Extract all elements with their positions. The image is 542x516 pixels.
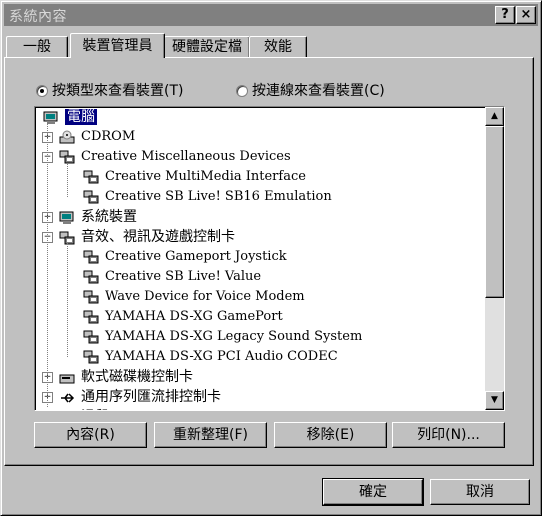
tree-item-label: 通用序列匯流排控制卡 <box>81 389 221 405</box>
tree-connector <box>47 121 49 407</box>
tree-item[interactable]: 系統裝置 <box>59 207 137 227</box>
cdrom-icon <box>59 130 75 144</box>
tree-item[interactable]: 通用序列匯流排控制卡 <box>59 387 221 407</box>
tree-item-label: YAMAHA DS-XG Legacy Sound System <box>105 329 363 344</box>
view-by-type-label: 按類型來查看裝置(T) <box>52 83 184 99</box>
tree-item[interactable]: Wave Device for Voice Modem <box>83 287 305 307</box>
tree-item-label: 系統裝置 <box>81 209 137 225</box>
tree-item-label: 滑鼠 <box>81 409 109 410</box>
help-button[interactable]: ? <box>495 6 515 24</box>
tree-item-label: Creative Miscellaneous Devices <box>81 149 291 164</box>
tree-item-label: 音效、視訊及遊戲控制卡 <box>81 229 235 245</box>
tree-item[interactable]: Creative SB Live! Value <box>83 267 261 287</box>
tree-item-label: YAMAHA DS-XG PCI Audio CODEC <box>105 349 338 364</box>
tree-connector <box>67 163 69 197</box>
tree-item-label: Creative SB Live! SB16 Emulation <box>105 189 332 204</box>
vertical-scrollbar[interactable]: ▲ ▼ <box>485 107 504 410</box>
remove-button[interactable]: 移除(E) <box>274 422 387 448</box>
computer-icon <box>59 211 75 225</box>
tree-item-label: 軟式磁碟機控制卡 <box>81 369 193 385</box>
device-icon <box>83 170 99 184</box>
tree-item-label: 電腦 <box>65 109 97 125</box>
radio-unchecked-icon <box>236 85 248 97</box>
device-icon <box>83 270 99 284</box>
tree-item[interactable]: YAMAHA DS-XG Legacy Sound System <box>83 327 362 347</box>
floppy-controller-icon <box>59 371 75 385</box>
tree-item-label: Creative SB Live! Value <box>105 269 262 284</box>
tree-item[interactable]: YAMAHA DS-XG PCI Audio CODEC <box>83 347 338 367</box>
device-icon <box>83 190 99 204</box>
ok-button[interactable]: 確定 <box>322 478 424 506</box>
device-icon <box>83 310 99 324</box>
tree-connector <box>67 243 69 357</box>
window-title: 系統內容 <box>9 9 67 25</box>
tree-item-label: Wave Device for Voice Modem <box>105 289 305 304</box>
scroll-up-icon[interactable]: ▲ <box>485 107 504 126</box>
tab-device-manager[interactable]: 裝置管理員 <box>70 33 165 58</box>
tree-item-label: Creative MultiMedia Interface <box>105 169 306 184</box>
tree-item[interactable]: Creative Gameport Joystick <box>83 247 287 267</box>
device-icon <box>59 150 75 164</box>
tree-item[interactable]: YAMAHA DS-XG GamePort <box>83 307 283 327</box>
radio-checked-icon <box>36 85 48 97</box>
close-button[interactable]: × <box>516 6 536 24</box>
tab-hardware-profiles[interactable]: 硬體設定檔 <box>164 36 250 57</box>
tree-item-label: CDROM <box>81 129 136 144</box>
tree-item[interactable]: Creative MultiMedia Interface <box>83 167 306 187</box>
scroll-thumb[interactable] <box>485 126 504 298</box>
device-icon <box>83 330 99 344</box>
device-icon <box>83 250 99 264</box>
usb-icon <box>59 391 75 405</box>
tab-general[interactable]: 一般 <box>6 36 68 57</box>
cancel-button[interactable]: 取消 <box>430 479 530 505</box>
tree-item[interactable]: 軟式磁碟機控制卡 <box>59 367 193 387</box>
device-icon <box>83 290 99 304</box>
tree-item[interactable]: 滑鼠 <box>59 407 109 412</box>
view-by-connection-radio[interactable]: 按連線來查看裝置(C) <box>236 80 385 99</box>
scroll-down-icon[interactable]: ▼ <box>485 391 504 410</box>
device-tree[interactable]: 電腦 + CDROM − Creative Miscellaneous Devices C… <box>34 106 505 411</box>
tree-item-label: Creative Gameport Joystick <box>105 249 287 264</box>
device-icon <box>83 350 99 364</box>
tree-item[interactable]: Creative SB Live! SB16 Emulation <box>83 187 332 207</box>
tree-item[interactable]: 電腦 <box>43 107 97 127</box>
device-tree-list: 電腦 + CDROM − Creative Miscellaneous Devices C… <box>35 107 483 410</box>
mouse-icon <box>59 411 75 412</box>
computer-icon <box>43 111 59 125</box>
view-by-type-radio[interactable]: 按類型來查看裝置(T) <box>36 80 184 99</box>
properties-button[interactable]: 內容(R) <box>34 422 147 448</box>
refresh-button[interactable]: 重新整理(F) <box>154 422 267 448</box>
tree-item-label: YAMAHA DS-XG GamePort <box>105 309 283 324</box>
print-button[interactable]: 列印(N)... <box>392 422 505 448</box>
title-bar[interactable]: 系統內容 ? × <box>4 4 538 26</box>
tab-performance[interactable]: 效能 <box>249 36 307 57</box>
tree-item[interactable]: CDROM <box>59 127 135 147</box>
view-by-connection-label: 按連線來查看裝置(C) <box>252 83 385 99</box>
tree-item[interactable]: Creative Miscellaneous Devices <box>59 147 291 167</box>
tree-item[interactable]: 音效、視訊及遊戲控制卡 <box>59 227 235 247</box>
